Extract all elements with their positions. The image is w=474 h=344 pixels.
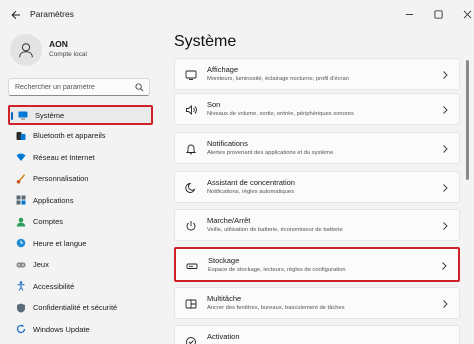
globe-clock-icon	[16, 238, 26, 248]
brush-icon	[16, 174, 26, 184]
apps-icon	[16, 195, 26, 205]
user-name: AON	[49, 39, 68, 49]
speaker-icon	[185, 104, 197, 116]
chevron-right-icon	[443, 145, 448, 153]
sidebar-item-bluetooth[interactable]: Bluetooth et appareils	[8, 125, 153, 147]
card-description: Veille, utilisation de batterie, économi…	[207, 227, 343, 233]
chevron-right-icon	[443, 184, 448, 192]
shield-icon	[16, 303, 26, 313]
sidebar-item-comptes[interactable]: Comptes	[8, 211, 153, 233]
maximize-icon	[433, 9, 443, 19]
sidebar-item-reseau[interactable]: Réseau et Internet	[8, 147, 153, 169]
sidebar-item-label: Accessibilité	[33, 281, 75, 291]
card-title: Marche/Arrêt	[207, 216, 251, 225]
card-title: Assistant de concentration	[207, 178, 295, 187]
sidebar-item-label: Comptes	[33, 217, 64, 227]
power-icon	[185, 220, 197, 232]
page-title: Système	[174, 33, 237, 50]
person-icon	[19, 43, 33, 58]
storage-icon	[186, 260, 198, 272]
search-box[interactable]	[8, 78, 150, 96]
card-title: Stockage	[208, 256, 240, 265]
sidebar-item-windows-update[interactable]: Windows Update	[8, 319, 153, 341]
title-bar: Paramètres	[0, 0, 474, 30]
card-description: Niveaux de volume, sortie, entrée, périp…	[207, 111, 354, 117]
multitask-icon	[185, 298, 197, 310]
sidebar-item-heure[interactable]: Heure et langue	[8, 233, 153, 255]
sidebar-item-label: Heure et langue	[33, 238, 87, 248]
sidebar-item-label: Jeux	[33, 260, 49, 270]
card-title: Son	[207, 100, 221, 109]
maximize-button[interactable]	[423, 0, 453, 28]
wifi-icon	[16, 152, 26, 162]
avatar[interactable]	[10, 34, 42, 66]
chevron-right-icon	[443, 222, 448, 230]
sidebar-item-label: Système	[35, 110, 65, 120]
sidebar-item-label: Réseau et Internet	[33, 152, 95, 162]
close-button[interactable]	[452, 0, 474, 28]
settings-card-son[interactable]: Son Niveaux de volume, sortie, entrée, p…	[174, 93, 460, 125]
settings-card-affichage[interactable]: Affichage Moniteurs, luminosité, éclaira…	[174, 58, 460, 90]
sidebar-nav: Système Bluetooth et appareils Réseau et…	[8, 105, 153, 340]
sidebar-item-confidentialite[interactable]: Confidentialité et sécurité	[8, 297, 153, 319]
sidebar-item-label: Confidentialité et sécurité	[33, 303, 118, 313]
chevron-right-icon	[443, 71, 448, 79]
back-arrow-icon	[11, 10, 20, 20]
card-title: Affichage	[207, 65, 239, 74]
sidebar-item-jeux[interactable]: Jeux	[8, 254, 153, 276]
card-description: Espace de stockage, lecteurs, règles de …	[208, 267, 346, 273]
sidebar-item-accessibilite[interactable]: Accessibilité	[8, 276, 153, 298]
sidebar-item-personnalisation[interactable]: Personnalisation	[8, 168, 153, 190]
sidebar-item-label: Personnalisation	[33, 174, 89, 184]
settings-card-marche-arret[interactable]: Marche/Arrêt Veille, utilisation de batt…	[174, 209, 460, 241]
card-title: Multitâche	[207, 294, 242, 303]
card-description: Ancrer des fenêtres, bureaux, basculemen…	[207, 305, 345, 311]
card-title: Activation	[207, 332, 240, 341]
card-description: Moniteurs, luminosité, éclairage nocturn…	[207, 76, 349, 82]
back-button[interactable]	[8, 7, 24, 23]
settings-card-concentration[interactable]: Assistant de concentration Notifications…	[174, 171, 460, 203]
account-type: Compte local	[49, 51, 87, 58]
settings-card-stockage[interactable]: Stockage Espace de stockage, lecteurs, r…	[174, 247, 460, 282]
bluetooth-icon	[16, 131, 26, 141]
search-icon	[135, 83, 144, 92]
app-title: Paramètres	[30, 9, 74, 19]
person-icon	[16, 217, 26, 227]
sidebar-item-applications[interactable]: Applications	[8, 190, 153, 212]
minimize-icon	[405, 13, 413, 15]
scrollbar[interactable]	[466, 60, 469, 180]
close-icon	[463, 10, 471, 18]
chevron-right-icon	[443, 106, 448, 114]
settings-card-activation[interactable]: Activation	[174, 325, 460, 344]
search-input[interactable]	[15, 81, 133, 94]
bell-icon	[185, 143, 197, 155]
sidebar-item-label: Applications	[33, 195, 74, 205]
moon-icon	[185, 182, 197, 194]
card-description: Alertes provenant des applications et du…	[207, 150, 334, 156]
activation-icon	[185, 336, 197, 344]
display-icon	[185, 69, 197, 81]
monitor-icon	[18, 110, 28, 120]
chevron-right-icon	[443, 300, 448, 308]
settings-window: Paramètres AON Compte local Système Blue…	[0, 0, 474, 344]
settings-card-notifications[interactable]: Notifications Alertes provenant des appl…	[174, 132, 460, 164]
card-description: Notifications, règles automatiques	[207, 189, 294, 195]
chevron-right-icon	[442, 262, 447, 270]
card-title: Notifications	[207, 139, 248, 148]
sidebar-item-label: Windows Update	[33, 324, 90, 334]
minimize-button[interactable]	[394, 0, 424, 28]
accessibility-icon	[16, 281, 26, 292]
sidebar-item-label: Bluetooth et appareils	[33, 131, 106, 141]
gamepad-icon	[16, 260, 26, 270]
update-icon	[16, 324, 26, 334]
settings-card-multitache[interactable]: Multitâche Ancrer des fenêtres, bureaux,…	[174, 287, 460, 319]
sidebar-item-systeme[interactable]: Système	[8, 105, 153, 125]
